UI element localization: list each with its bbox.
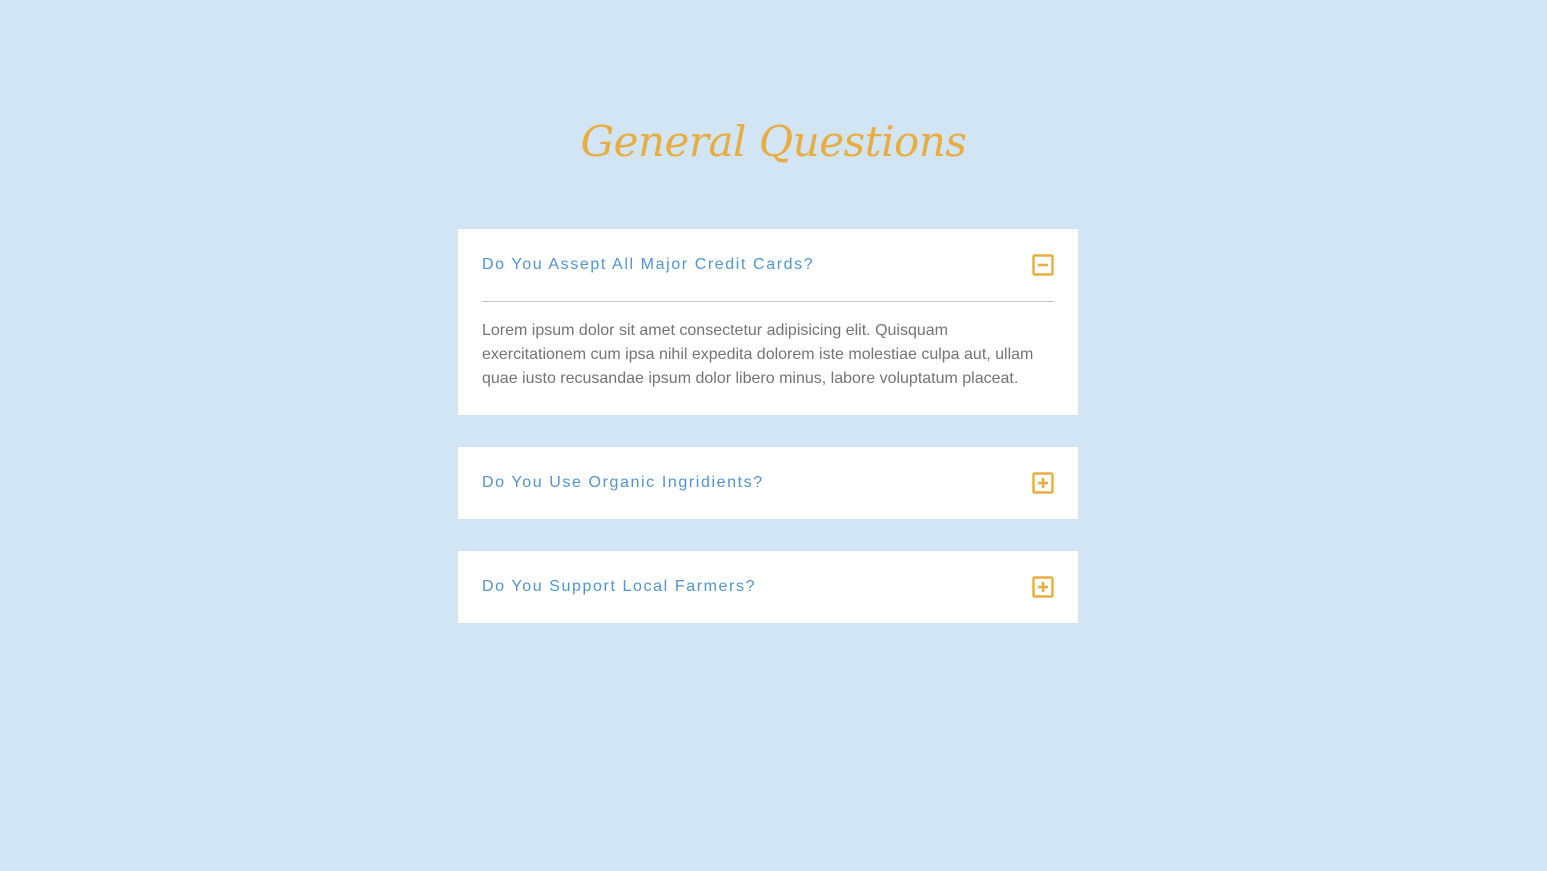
faq-header-credit-cards[interactable]: Do You Assept All Major Credit Cards? xyxy=(458,229,1078,301)
faq-question: Do You Support Local Farmers? xyxy=(482,578,757,595)
plus-square-icon[interactable] xyxy=(1032,576,1054,598)
faq-answer: Lorem ipsum dolor sit amet consectetur a… xyxy=(482,322,1034,387)
page-title: General Questions xyxy=(580,117,967,166)
faq-question: Do You Use Organic Ingridients? xyxy=(482,474,764,491)
faq-item-credit-cards: Do You Assept All Major Credit Cards? Lo… xyxy=(458,229,1078,415)
plus-square-icon[interactable] xyxy=(1032,472,1054,494)
faq-header-local-farmers[interactable]: Do You Support Local Farmers? xyxy=(458,551,1078,623)
faq-item-local-farmers: Do You Support Local Farmers? xyxy=(458,551,1078,623)
faq-list: Do You Assept All Major Credit Cards? Lo… xyxy=(458,229,1078,655)
faq-question: Do You Assept All Major Credit Cards? xyxy=(482,256,815,273)
faq-header-organic[interactable]: Do You Use Organic Ingridients? xyxy=(458,447,1078,519)
minus-square-icon[interactable] xyxy=(1032,254,1054,276)
faq-item-organic: Do You Use Organic Ingridients? xyxy=(458,447,1078,519)
